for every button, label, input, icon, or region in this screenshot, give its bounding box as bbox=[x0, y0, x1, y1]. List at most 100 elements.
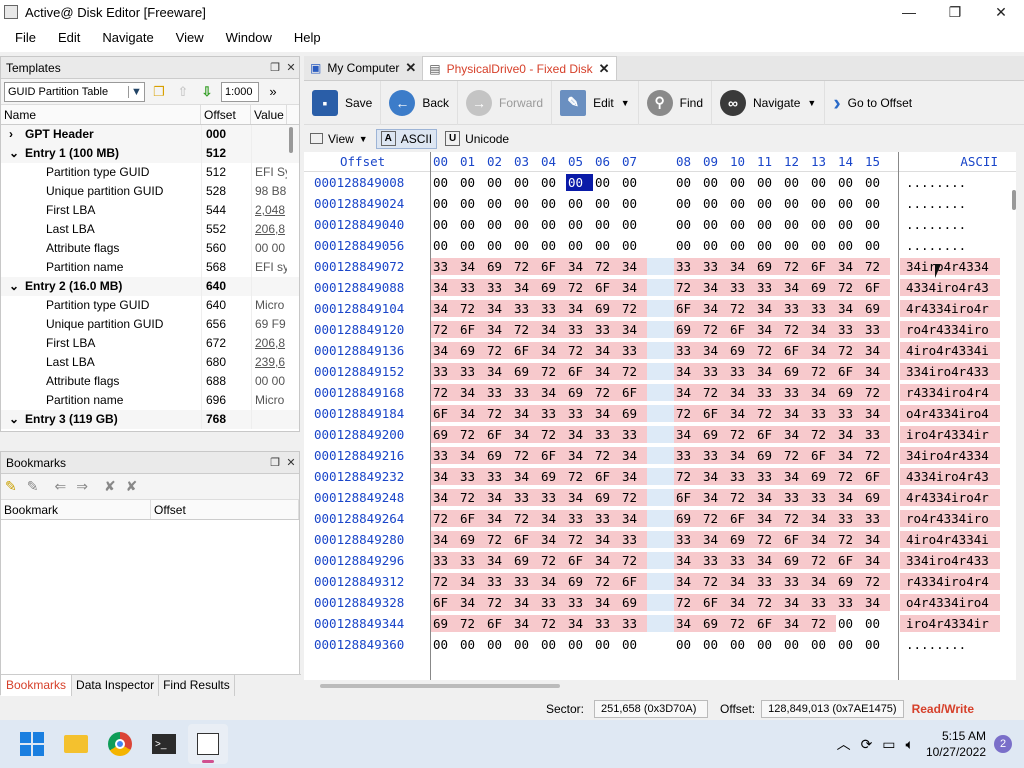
byte-cell[interactable]: 72 bbox=[701, 510, 728, 527]
byte-cell[interactable]: 00 bbox=[728, 174, 755, 191]
byte-cell[interactable]: 00 bbox=[458, 195, 485, 212]
scale-input[interactable]: 1:000 bbox=[221, 81, 259, 102]
byte-cell[interactable]: 00 bbox=[458, 174, 485, 191]
byte-cell[interactable]: 72 bbox=[728, 615, 755, 632]
byte-cell[interactable]: 00 bbox=[701, 237, 728, 254]
byte-cell[interactable]: 69 bbox=[809, 279, 836, 296]
byte-cell[interactable]: 34 bbox=[539, 510, 566, 527]
byte-cell[interactable]: 34 bbox=[512, 468, 539, 485]
byte-cell[interactable]: 33 bbox=[485, 573, 512, 590]
byte-cell[interactable]: 34 bbox=[863, 594, 890, 611]
clear-bookmarks-icon[interactable]: ✘ bbox=[126, 478, 138, 495]
unicode-toggle[interactable]: U Unicode bbox=[445, 129, 509, 149]
byte-cell[interactable]: 34 bbox=[674, 384, 701, 401]
byte-cell[interactable]: 72 bbox=[593, 258, 620, 275]
byte-cell[interactable]: 34 bbox=[701, 342, 728, 359]
menu-help[interactable]: Help bbox=[283, 24, 332, 52]
byte-cell[interactable]: 34 bbox=[566, 300, 593, 317]
byte-cell[interactable]: 72 bbox=[566, 279, 593, 296]
byte-cell[interactable]: 34 bbox=[431, 489, 458, 506]
template-row[interactable]: Last LBA 552 206,8 bbox=[1, 220, 299, 239]
menu-window[interactable]: Window bbox=[215, 24, 283, 52]
byte-cell[interactable]: 00 bbox=[485, 195, 512, 212]
byte-cell[interactable]: 72 bbox=[674, 594, 701, 611]
byte-cell[interactable]: 34 bbox=[485, 321, 512, 338]
column-value[interactable]: Value bbox=[251, 105, 287, 124]
byte-cell[interactable]: 00 bbox=[512, 174, 539, 191]
byte-cell[interactable]: 00 bbox=[755, 636, 782, 653]
hex-row[interactable]: 000128849216 33 34 69 72 6F 34 72 34 33 33 34 69 72 6F… bbox=[304, 445, 1016, 466]
chevron-down-icon[interactable]: ⌄ bbox=[9, 277, 25, 296]
byte-cell[interactable]: 00 bbox=[485, 636, 512, 653]
byte-cell[interactable]: 00 bbox=[512, 216, 539, 233]
byte-cell[interactable]: 34 bbox=[431, 531, 458, 548]
template-row[interactable]: First LBA 544 2,048 bbox=[1, 201, 299, 220]
byte-cell[interactable]: 72 bbox=[539, 615, 566, 632]
byte-cell[interactable]: 34 bbox=[809, 342, 836, 359]
byte-cell[interactable]: 72 bbox=[620, 300, 647, 317]
byte-cell[interactable]: 6F bbox=[485, 615, 512, 632]
byte-cell[interactable]: 6F bbox=[863, 279, 890, 296]
byte-cell[interactable]: 33 bbox=[431, 552, 458, 569]
template-row[interactable]: Attribute flags 560 00 00 bbox=[1, 239, 299, 258]
edit-bookmark-icon[interactable]: ✎ bbox=[27, 478, 39, 495]
disk-editor-button[interactable] bbox=[188, 724, 228, 764]
byte-cell[interactable]: 00 bbox=[782, 195, 809, 212]
close-tab-icon[interactable]: ✕ bbox=[599, 61, 610, 77]
byte-cell[interactable]: 00 bbox=[539, 216, 566, 233]
byte-cell[interactable]: 6F bbox=[755, 426, 782, 443]
hex-row[interactable]: 000128849200 69 72 6F 34 72 34 33 33 34 69 72 6F 34 72… bbox=[304, 424, 1016, 445]
byte-cell[interactable]: 33 bbox=[458, 363, 485, 380]
byte-cell[interactable]: 6F bbox=[566, 552, 593, 569]
byte-cell[interactable]: 69 bbox=[458, 531, 485, 548]
byte-cell[interactable]: 00 bbox=[809, 174, 836, 191]
byte-cell[interactable]: 69 bbox=[863, 300, 890, 317]
byte-cell[interactable]: 6F bbox=[674, 489, 701, 506]
close-button[interactable]: ✕ bbox=[978, 0, 1024, 24]
byte-cell[interactable]: 33 bbox=[485, 279, 512, 296]
byte-cell[interactable]: 33 bbox=[566, 321, 593, 338]
byte-cell[interactable]: 6F bbox=[782, 342, 809, 359]
hex-row[interactable]: 000128849248 34 72 34 33 33 34 69 72 6F 34 72 34 33 33… bbox=[304, 487, 1016, 508]
byte-cell[interactable]: 33 bbox=[485, 468, 512, 485]
byte-cell[interactable]: 00 bbox=[458, 237, 485, 254]
byte-cell[interactable]: 34 bbox=[728, 573, 755, 590]
byte-cell[interactable]: 72 bbox=[755, 405, 782, 422]
byte-cell[interactable]: 34 bbox=[539, 321, 566, 338]
hex-row[interactable]: 000128849104 34 72 34 33 33 34 69 72 6F 34 72 34 33 33… bbox=[304, 298, 1016, 319]
byte-cell[interactable]: 34 bbox=[458, 594, 485, 611]
chevron-up-icon[interactable]: ︿ bbox=[837, 734, 851, 754]
byte-cell[interactable]: 34 bbox=[755, 300, 782, 317]
hex-row[interactable]: 000128849072 33 34 69 72 6F 34 72 34 33 33 34 69 72 6F… bbox=[304, 256, 1016, 277]
back-button[interactable]: ← Back bbox=[381, 80, 459, 125]
byte-cell[interactable]: 34 bbox=[593, 363, 620, 380]
byte-cell[interactable]: 34 bbox=[512, 426, 539, 443]
ascii-cell[interactable]: ro4r4334iro bbox=[900, 510, 1000, 527]
byte-cell[interactable]: 72 bbox=[512, 258, 539, 275]
terminal-button[interactable]: >_ bbox=[144, 724, 184, 764]
byte-cell[interactable]: 72 bbox=[782, 510, 809, 527]
minimize-button[interactable]: — bbox=[886, 0, 932, 24]
byte-cell[interactable]: 72 bbox=[809, 363, 836, 380]
byte-cell[interactable]: 6F bbox=[701, 594, 728, 611]
byte-cell[interactable]: 6F bbox=[755, 615, 782, 632]
byte-cell[interactable]: 34 bbox=[431, 342, 458, 359]
ascii-cell[interactable]: ........ bbox=[900, 216, 1000, 233]
chevron-down-icon[interactable]: ▼ bbox=[621, 98, 630, 108]
byte-cell[interactable]: 33 bbox=[593, 426, 620, 443]
byte-cell[interactable]: 72 bbox=[809, 552, 836, 569]
byte-cell[interactable]: 00 bbox=[836, 237, 863, 254]
column-offset[interactable]: Offset bbox=[201, 105, 251, 124]
ascii-cell[interactable]: ro4r4334iro bbox=[900, 321, 1000, 338]
byte-cell[interactable]: 72 bbox=[782, 321, 809, 338]
ascii-cell[interactable]: 4334iro4r43 bbox=[900, 279, 1000, 296]
byte-cell[interactable]: 33 bbox=[674, 258, 701, 275]
hex-row[interactable]: 000128849088 34 33 33 34 69 72 6F 34 72 34 33 33 34 69… bbox=[304, 277, 1016, 298]
byte-cell[interactable]: 72 bbox=[566, 531, 593, 548]
hex-row[interactable]: 000128849056 00 00 00 00 00 00 00 00 00 00 00 00 00 00… bbox=[304, 235, 1016, 256]
byte-cell[interactable]: 33 bbox=[593, 321, 620, 338]
byte-cell[interactable]: 72 bbox=[782, 258, 809, 275]
byte-cell[interactable]: 00 bbox=[728, 636, 755, 653]
byte-cell[interactable]: 00 bbox=[674, 195, 701, 212]
byte-cell[interactable]: 33 bbox=[809, 300, 836, 317]
